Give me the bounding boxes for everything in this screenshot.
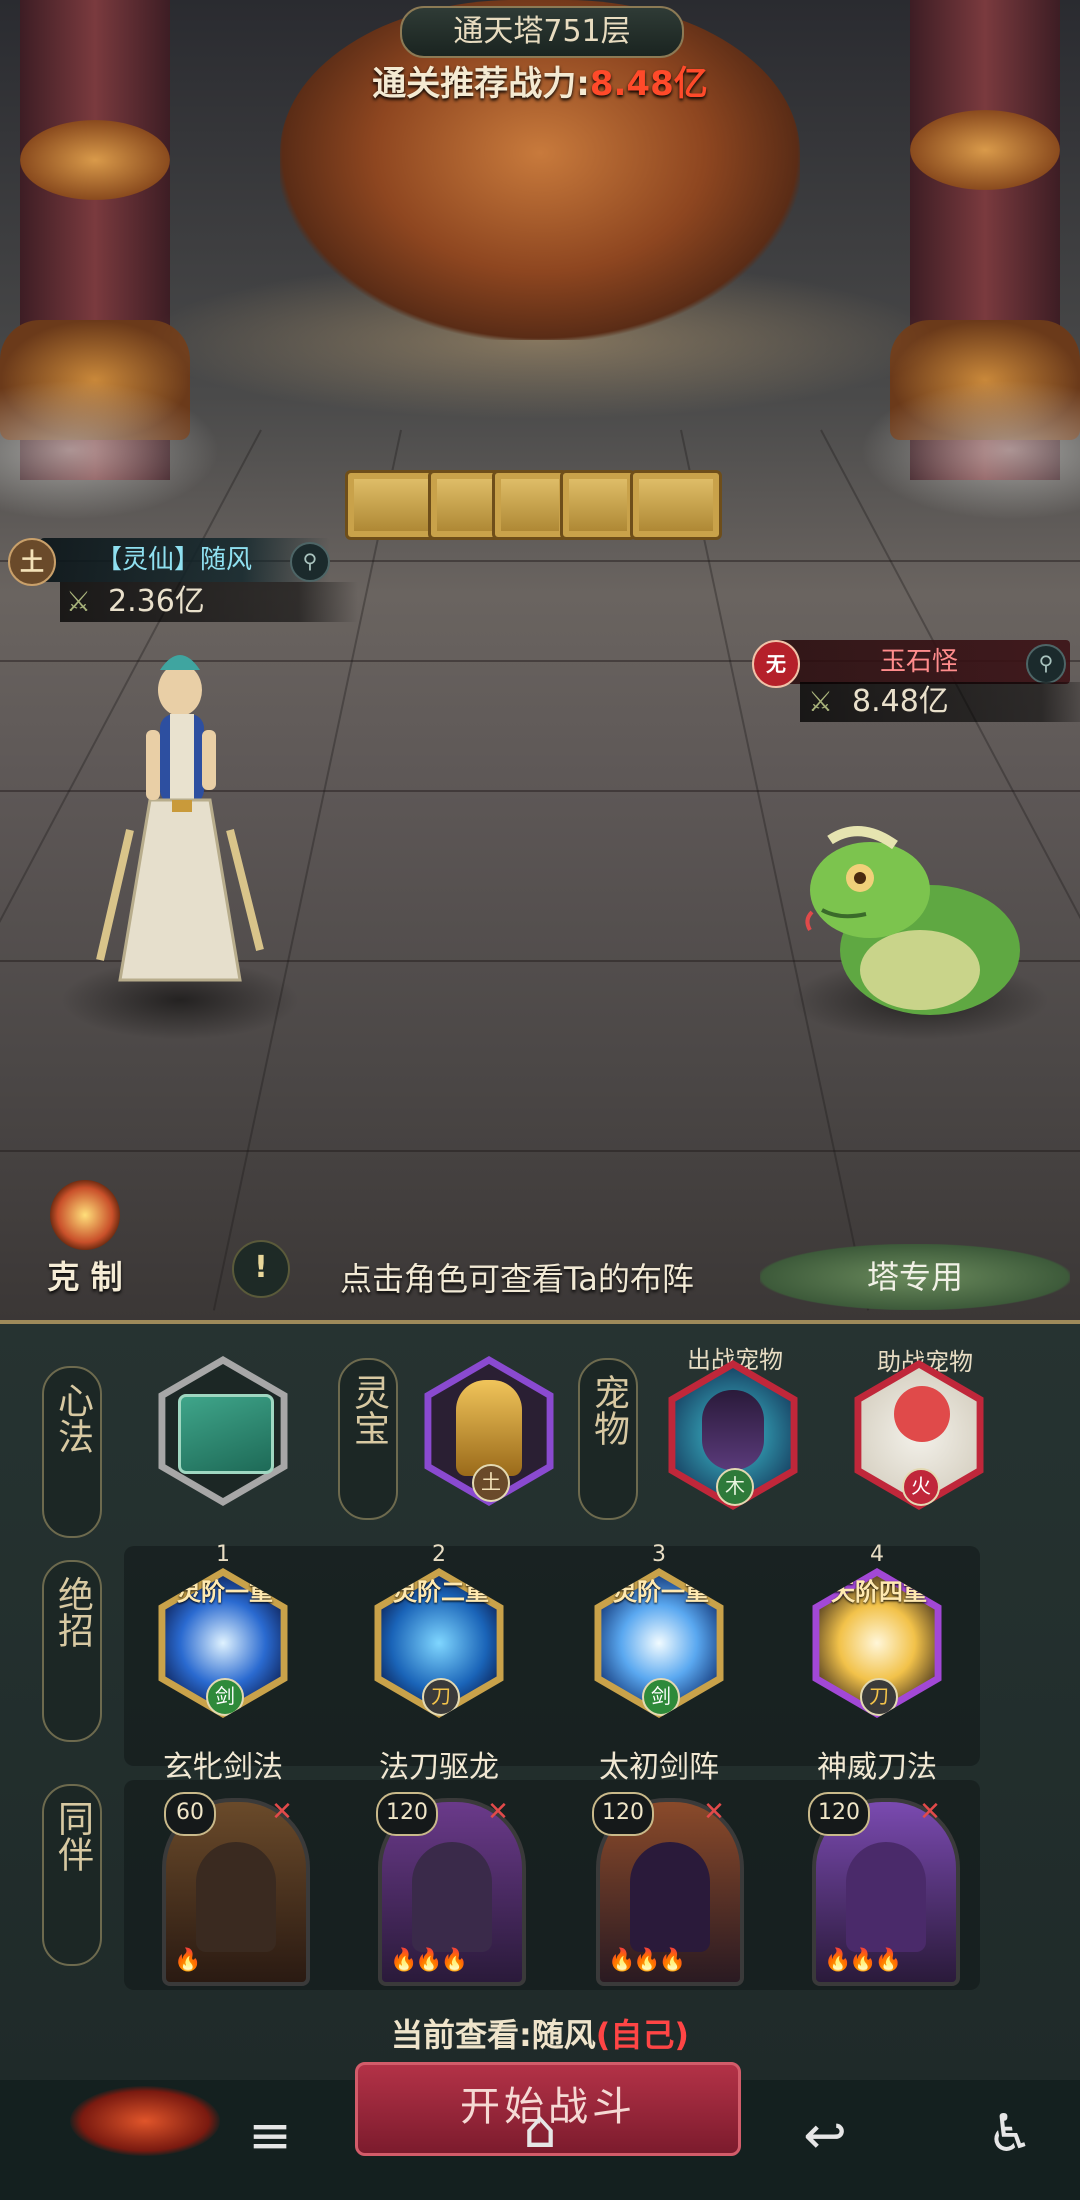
recommended-power: 通关推荐战力:8.48亿 bbox=[0, 56, 1080, 105]
flame-icon: 🔥🔥🔥 bbox=[390, 1948, 468, 1973]
enemy-character[interactable] bbox=[800, 820, 1030, 1020]
pet-side-label: 宠物 bbox=[578, 1358, 638, 1520]
companion-level: 120 bbox=[808, 1792, 870, 1836]
current-view-name: 随风 bbox=[531, 2016, 596, 2054]
skills-side-label: 绝招 bbox=[42, 1560, 102, 1742]
flame-icon: 🔥 bbox=[174, 1948, 201, 1973]
dragon-pet-icon bbox=[702, 1390, 764, 1470]
locked-swords-icon: ✕ bbox=[919, 1797, 941, 1827]
recommended-power-value: 8.48亿 bbox=[589, 64, 708, 104]
fish-emblem-icon bbox=[70, 2086, 220, 2156]
player-element-badge: 土 bbox=[8, 538, 56, 586]
skills-label-text: 绝招 bbox=[52, 1576, 93, 1648]
flame-icon: 🔥🔥🔥 bbox=[608, 1948, 686, 1973]
enemy-nameplate[interactable]: 玉石怪 ⚲ bbox=[770, 640, 1070, 684]
bird-pet-icon bbox=[894, 1386, 950, 1442]
crossed-swords-icon: ⚔ bbox=[808, 685, 834, 718]
battle-pet-element-badge: 木 bbox=[716, 1468, 754, 1506]
companion-level: 120 bbox=[376, 1792, 438, 1836]
current-view-text: 当前查看:随风(自己) bbox=[0, 2010, 1080, 2056]
lingbao-side-label: 灵宝 bbox=[338, 1358, 398, 1520]
locked-swords-icon: ✕ bbox=[271, 1797, 293, 1827]
enemy-search-icon[interactable]: ⚲ bbox=[1026, 644, 1066, 684]
book-icon bbox=[178, 1394, 274, 1474]
back-icon[interactable]: ↩ bbox=[785, 2106, 865, 2166]
companion-portrait bbox=[630, 1842, 710, 1952]
enemy-element-badge: 无 bbox=[752, 640, 800, 688]
tower-floor-title: 通天塔751层 bbox=[400, 6, 684, 58]
floor-tile bbox=[345, 470, 437, 540]
skill-number: 1 bbox=[216, 1542, 230, 1567]
lingbao-label-text: 灵宝 bbox=[348, 1374, 389, 1446]
assist-pet-element-badge: 火 bbox=[902, 1468, 940, 1506]
player-search-icon[interactable]: ⚲ bbox=[290, 542, 330, 582]
xinfa-label-text: 心法 bbox=[52, 1382, 93, 1454]
pet-label-text: 宠物 bbox=[588, 1374, 629, 1446]
player-nameplate[interactable]: 【灵仙】随风 ⚲ bbox=[40, 538, 330, 582]
companion-portrait bbox=[412, 1842, 492, 1952]
current-view-self: (自己) bbox=[595, 2016, 690, 2054]
enemy-power: 8.48亿 bbox=[852, 684, 949, 719]
companions-side-label: 同伴 bbox=[42, 1784, 102, 1966]
companion-portrait bbox=[196, 1842, 276, 1952]
tower-only-tag[interactable]: 塔专用 bbox=[760, 1244, 1070, 1310]
enemy-name: 玉石怪 bbox=[880, 647, 959, 677]
accessibility-icon[interactable]: ♿ bbox=[970, 2104, 1050, 2164]
menu-icon[interactable]: ≡ bbox=[230, 2106, 310, 2166]
sun-icon bbox=[50, 1180, 120, 1250]
left-dragon-carving bbox=[20, 120, 170, 200]
current-view-prefix: 当前查看: bbox=[390, 2016, 532, 2054]
battle-scene: 通天塔751层 通关推荐战力:8.48亿 【灵仙】随风 ⚲ 土 ⚔ 2.36亿 … bbox=[0, 0, 1080, 1320]
player-character[interactable] bbox=[90, 650, 290, 1010]
skill-number: 3 bbox=[652, 1542, 666, 1567]
companion-level: 120 bbox=[592, 1792, 654, 1836]
skill-number: 4 bbox=[870, 1542, 884, 1567]
companions-label-text: 同伴 bbox=[52, 1800, 93, 1872]
flame-icon: 🔥🔥🔥 bbox=[824, 1948, 902, 1973]
locked-swords-icon: ✕ bbox=[487, 1797, 509, 1827]
companion-portrait bbox=[846, 1842, 926, 1952]
player-name: 【灵仙】随风 bbox=[96, 545, 253, 575]
floor-tile bbox=[492, 470, 568, 540]
player-power-plate: ⚔ 2.36亿 bbox=[60, 582, 358, 622]
hint-info-icon[interactable]: ! bbox=[232, 1240, 290, 1298]
skill-number: 2 bbox=[432, 1542, 446, 1567]
right-dragon-carving bbox=[910, 110, 1060, 190]
golden-figure-icon bbox=[456, 1380, 522, 1476]
hint-text: 点击角色可查看Ta的布阵 bbox=[340, 1260, 694, 1298]
companion-level: 60 bbox=[164, 1792, 216, 1836]
floor-tile bbox=[560, 470, 636, 540]
locked-swords-icon: ✕ bbox=[703, 1797, 725, 1827]
player-power: 2.36亿 bbox=[108, 584, 205, 619]
crossed-swords-icon: ⚔ bbox=[66, 585, 92, 618]
recommended-power-label: 通关推荐战力: bbox=[372, 64, 590, 104]
home-icon[interactable]: ⌂ bbox=[500, 2100, 580, 2160]
restrain-button[interactable]: 克 制 bbox=[30, 1180, 140, 1300]
lingbao-element-badge: 土 bbox=[472, 1464, 510, 1502]
xinfa-side-label: 心法 bbox=[42, 1366, 102, 1538]
enemy-power-plate: ⚔ 8.48亿 bbox=[800, 682, 1080, 722]
floor-tile bbox=[630, 470, 722, 540]
restrain-label: 克 制 bbox=[47, 1258, 123, 1296]
